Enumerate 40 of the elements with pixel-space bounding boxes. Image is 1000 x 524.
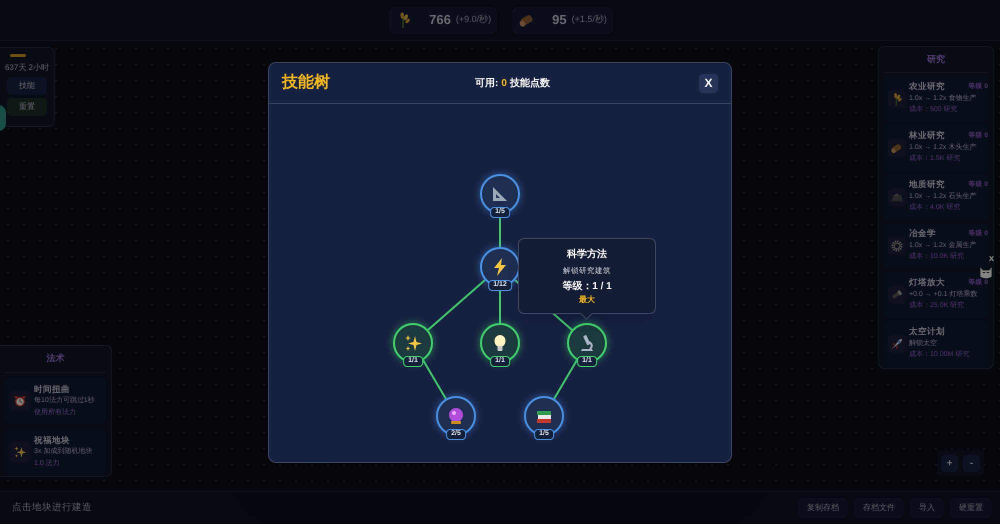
footer-button[interactable]: 硬重置 [950, 498, 992, 518]
tooltip-level: 等级：1 / 1 [562, 280, 612, 294]
time-bar [10, 54, 26, 57]
panel-button[interactable]: 技能 [7, 77, 47, 95]
crystal-ball-icon [446, 406, 466, 426]
connector-line [422, 360, 447, 400]
resource-amount: 766 [429, 11, 451, 30]
resource-rate: (+9.0/秒) [456, 13, 492, 26]
points-label: 技能点数 [510, 76, 550, 91]
research-name: 林业研究 [909, 130, 945, 142]
close-button[interactable]: X [699, 74, 718, 92]
elapsed-time: 637天 2小时 [4, 62, 50, 74]
connector-line [553, 360, 578, 400]
tooltip-title: 科学方法 [567, 247, 607, 262]
spell-name: 时间扭曲 [34, 382, 71, 394]
research-name: 地质研究 [909, 179, 945, 191]
close-button[interactable]: x [989, 252, 994, 266]
ruler-icon [490, 184, 510, 204]
panel-title: 研究 [884, 53, 988, 72]
resource-rate: (+1.5/秒) [572, 13, 607, 26]
resource-amount: 95 [552, 11, 567, 30]
points-value: 0 [501, 77, 507, 91]
footer-button[interactable]: 导入 [910, 498, 944, 518]
panel-title: 法术 [5, 352, 106, 372]
dialog-title: 技能树 [282, 72, 330, 93]
research-name: 太空计划 [909, 326, 945, 338]
research-name: 灯塔放大 [909, 277, 945, 289]
tooltip-status: 最大 [579, 294, 595, 306]
panel-button[interactable]: 重置 [7, 98, 47, 116]
footer-button[interactable]: 复制存档 [798, 498, 848, 518]
sparkles-icon [403, 333, 423, 353]
zoom-button[interactable]: - [963, 455, 980, 472]
spell-name: 祝福地块 [34, 434, 71, 446]
points-label: 可用: [475, 77, 498, 91]
zoom-button[interactable]: + [941, 455, 958, 472]
footer-button[interactable]: 存档文件 [854, 498, 904, 518]
status-hint: 点击地块进行建造 [12, 500, 92, 515]
research-name: 农业研究 [909, 81, 945, 93]
research-name: 冶金学 [909, 228, 936, 240]
connector-line [427, 279, 486, 331]
